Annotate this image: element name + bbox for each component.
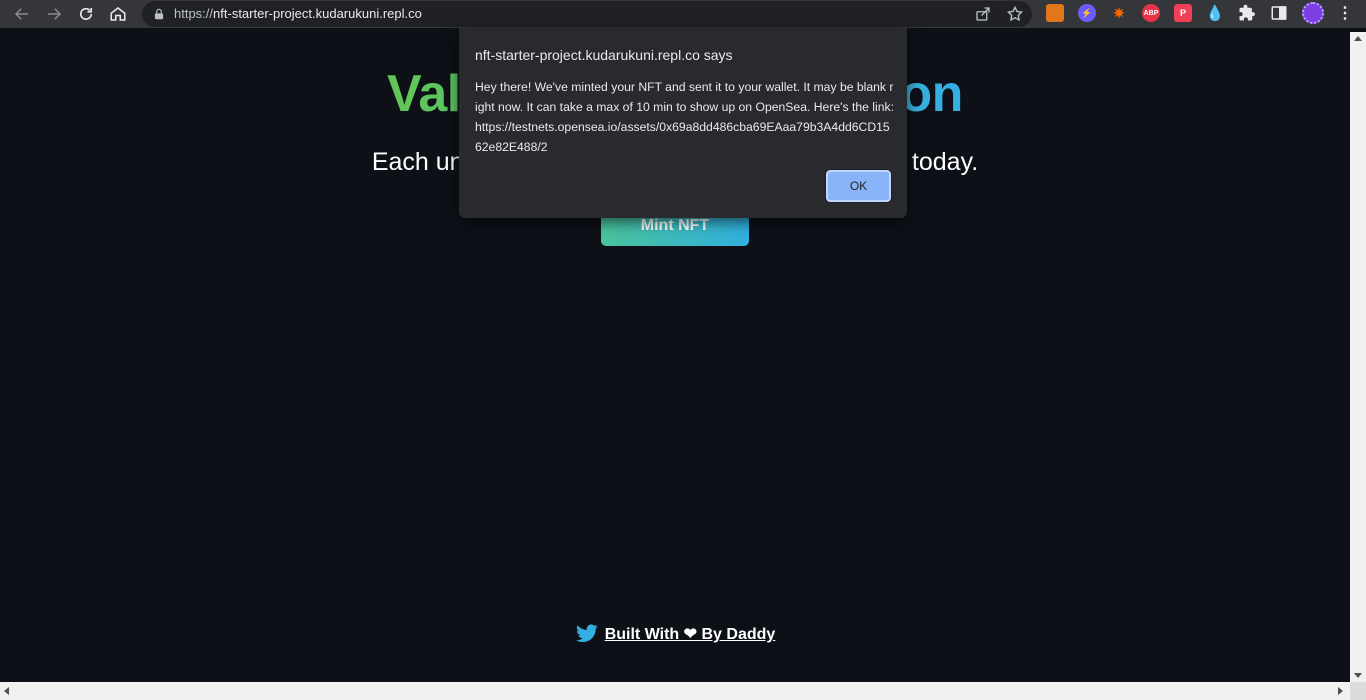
dialog-title: nft-starter-project.kudarukuni.repl.co s…	[475, 47, 733, 63]
alert-dialog: nft-starter-project.kudarukuni.repl.co s…	[459, 28, 907, 218]
footer: Built With ❤ By Daddy	[0, 622, 1350, 646]
profile-avatar-icon[interactable]	[1302, 2, 1324, 24]
scroll-down-arrow-icon[interactable]	[1354, 673, 1362, 678]
horizontal-scrollbar[interactable]	[0, 682, 1366, 700]
lightning-extension-icon[interactable]: ⚡	[1078, 4, 1096, 22]
forward-arrow-icon[interactable]	[42, 2, 66, 26]
more-menu-icon[interactable]: ⋮	[1336, 4, 1354, 22]
scroll-left-arrow-icon[interactable]	[4, 687, 9, 695]
twitter-icon	[575, 624, 598, 643]
lock-icon[interactable]	[152, 7, 166, 21]
url-host: nft-starter-project.kudarukuni.repl.co	[213, 6, 422, 21]
browser-toolbar: https://nft-starter-project.kudarukuni.r…	[0, 0, 1366, 28]
share-icon[interactable]	[974, 5, 992, 23]
metamask-extension-icon[interactable]	[1046, 4, 1064, 22]
reload-icon[interactable]	[74, 2, 98, 26]
url-scheme: https://	[174, 6, 214, 21]
address-bar[interactable]: https://nft-starter-project.kudarukuni.r…	[142, 1, 1032, 27]
bookmark-star-icon[interactable]	[1006, 5, 1024, 23]
scrollbar-corner	[1350, 682, 1366, 700]
pocket-extension-icon[interactable]: P	[1174, 4, 1192, 22]
dialog-message: Hey there! We've minted your NFT and sen…	[475, 80, 894, 154]
ok-button[interactable]: OK	[825, 169, 892, 203]
vertical-scrollbar[interactable]	[1350, 32, 1366, 682]
scroll-up-arrow-icon[interactable]	[1354, 36, 1362, 41]
puzzle-extensions-icon[interactable]	[1238, 4, 1256, 22]
spark-extension-icon[interactable]: ✷	[1110, 4, 1128, 22]
back-arrow-icon[interactable]	[10, 2, 34, 26]
drop-extension-icon[interactable]: 💧	[1206, 4, 1225, 22]
home-icon[interactable]	[106, 2, 130, 26]
footer-link[interactable]: Built With ❤ By Daddy	[605, 624, 776, 644]
scroll-right-arrow-icon[interactable]	[1338, 687, 1343, 695]
side-panel-icon[interactable]	[1270, 4, 1288, 22]
adblock-plus-extension-icon[interactable]: ABP	[1142, 4, 1160, 22]
url-text[interactable]: https://nft-starter-project.kudarukuni.r…	[174, 6, 422, 21]
